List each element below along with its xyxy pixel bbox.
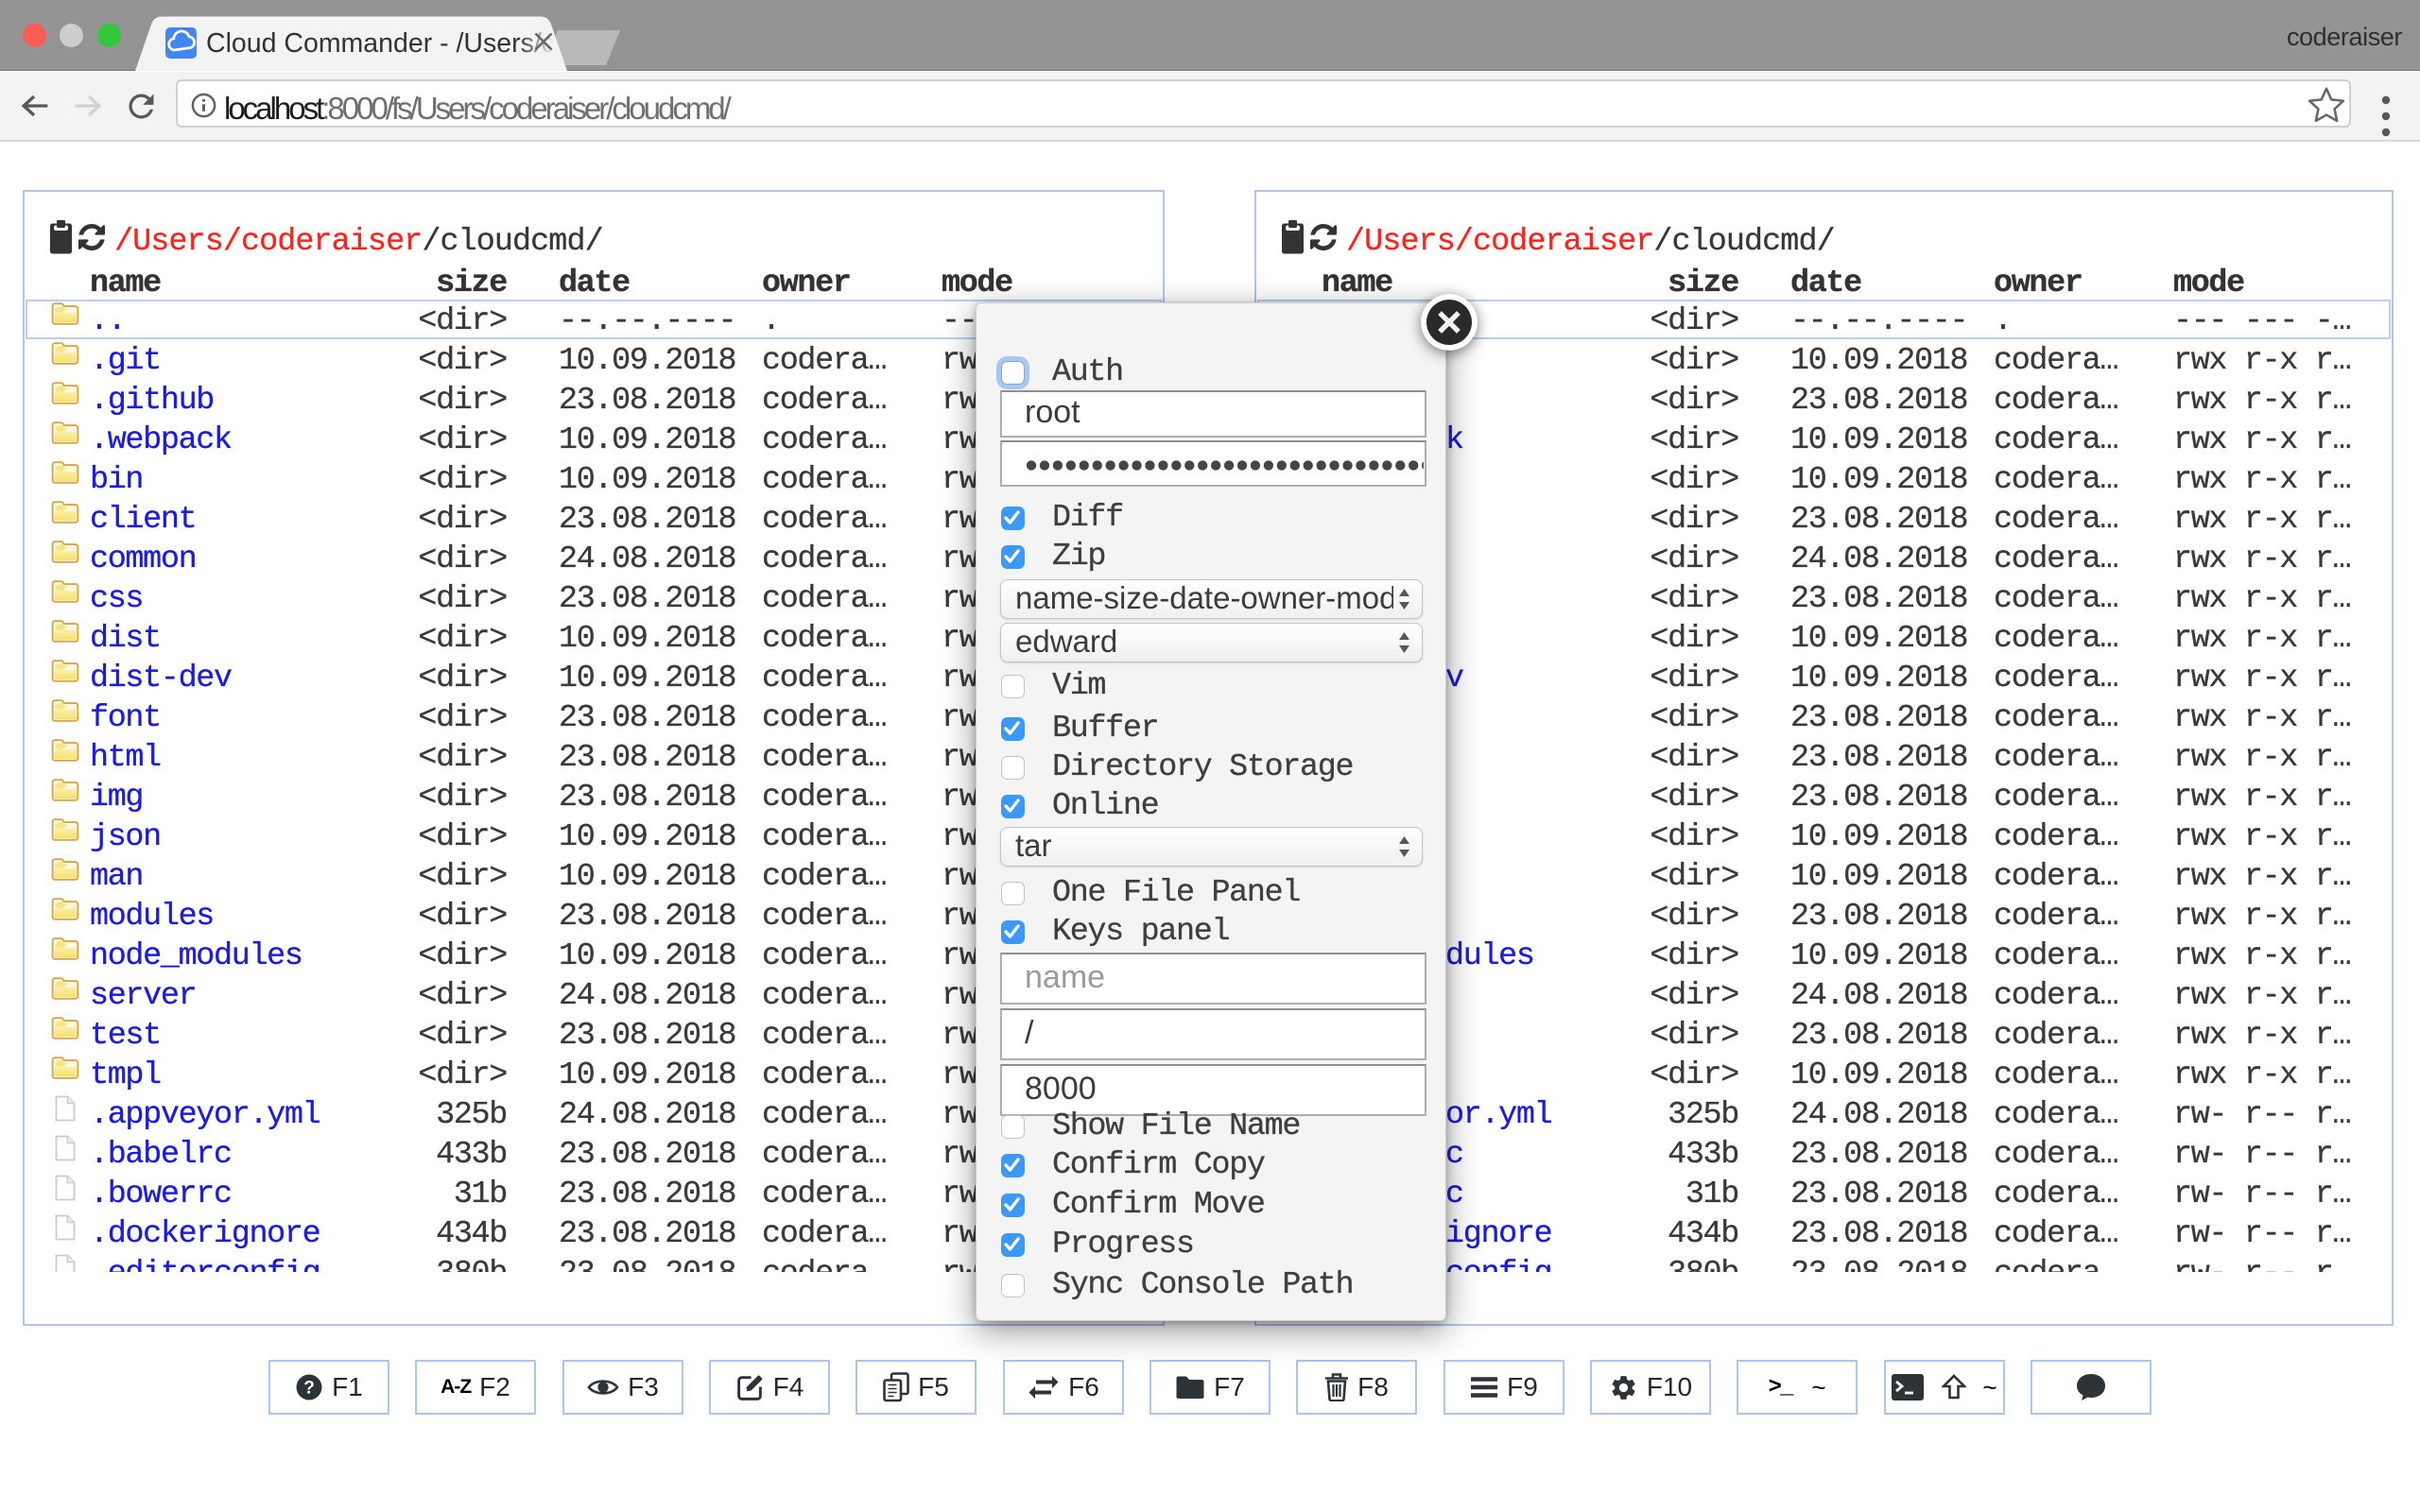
svg-text:?: ?	[303, 1379, 315, 1399]
